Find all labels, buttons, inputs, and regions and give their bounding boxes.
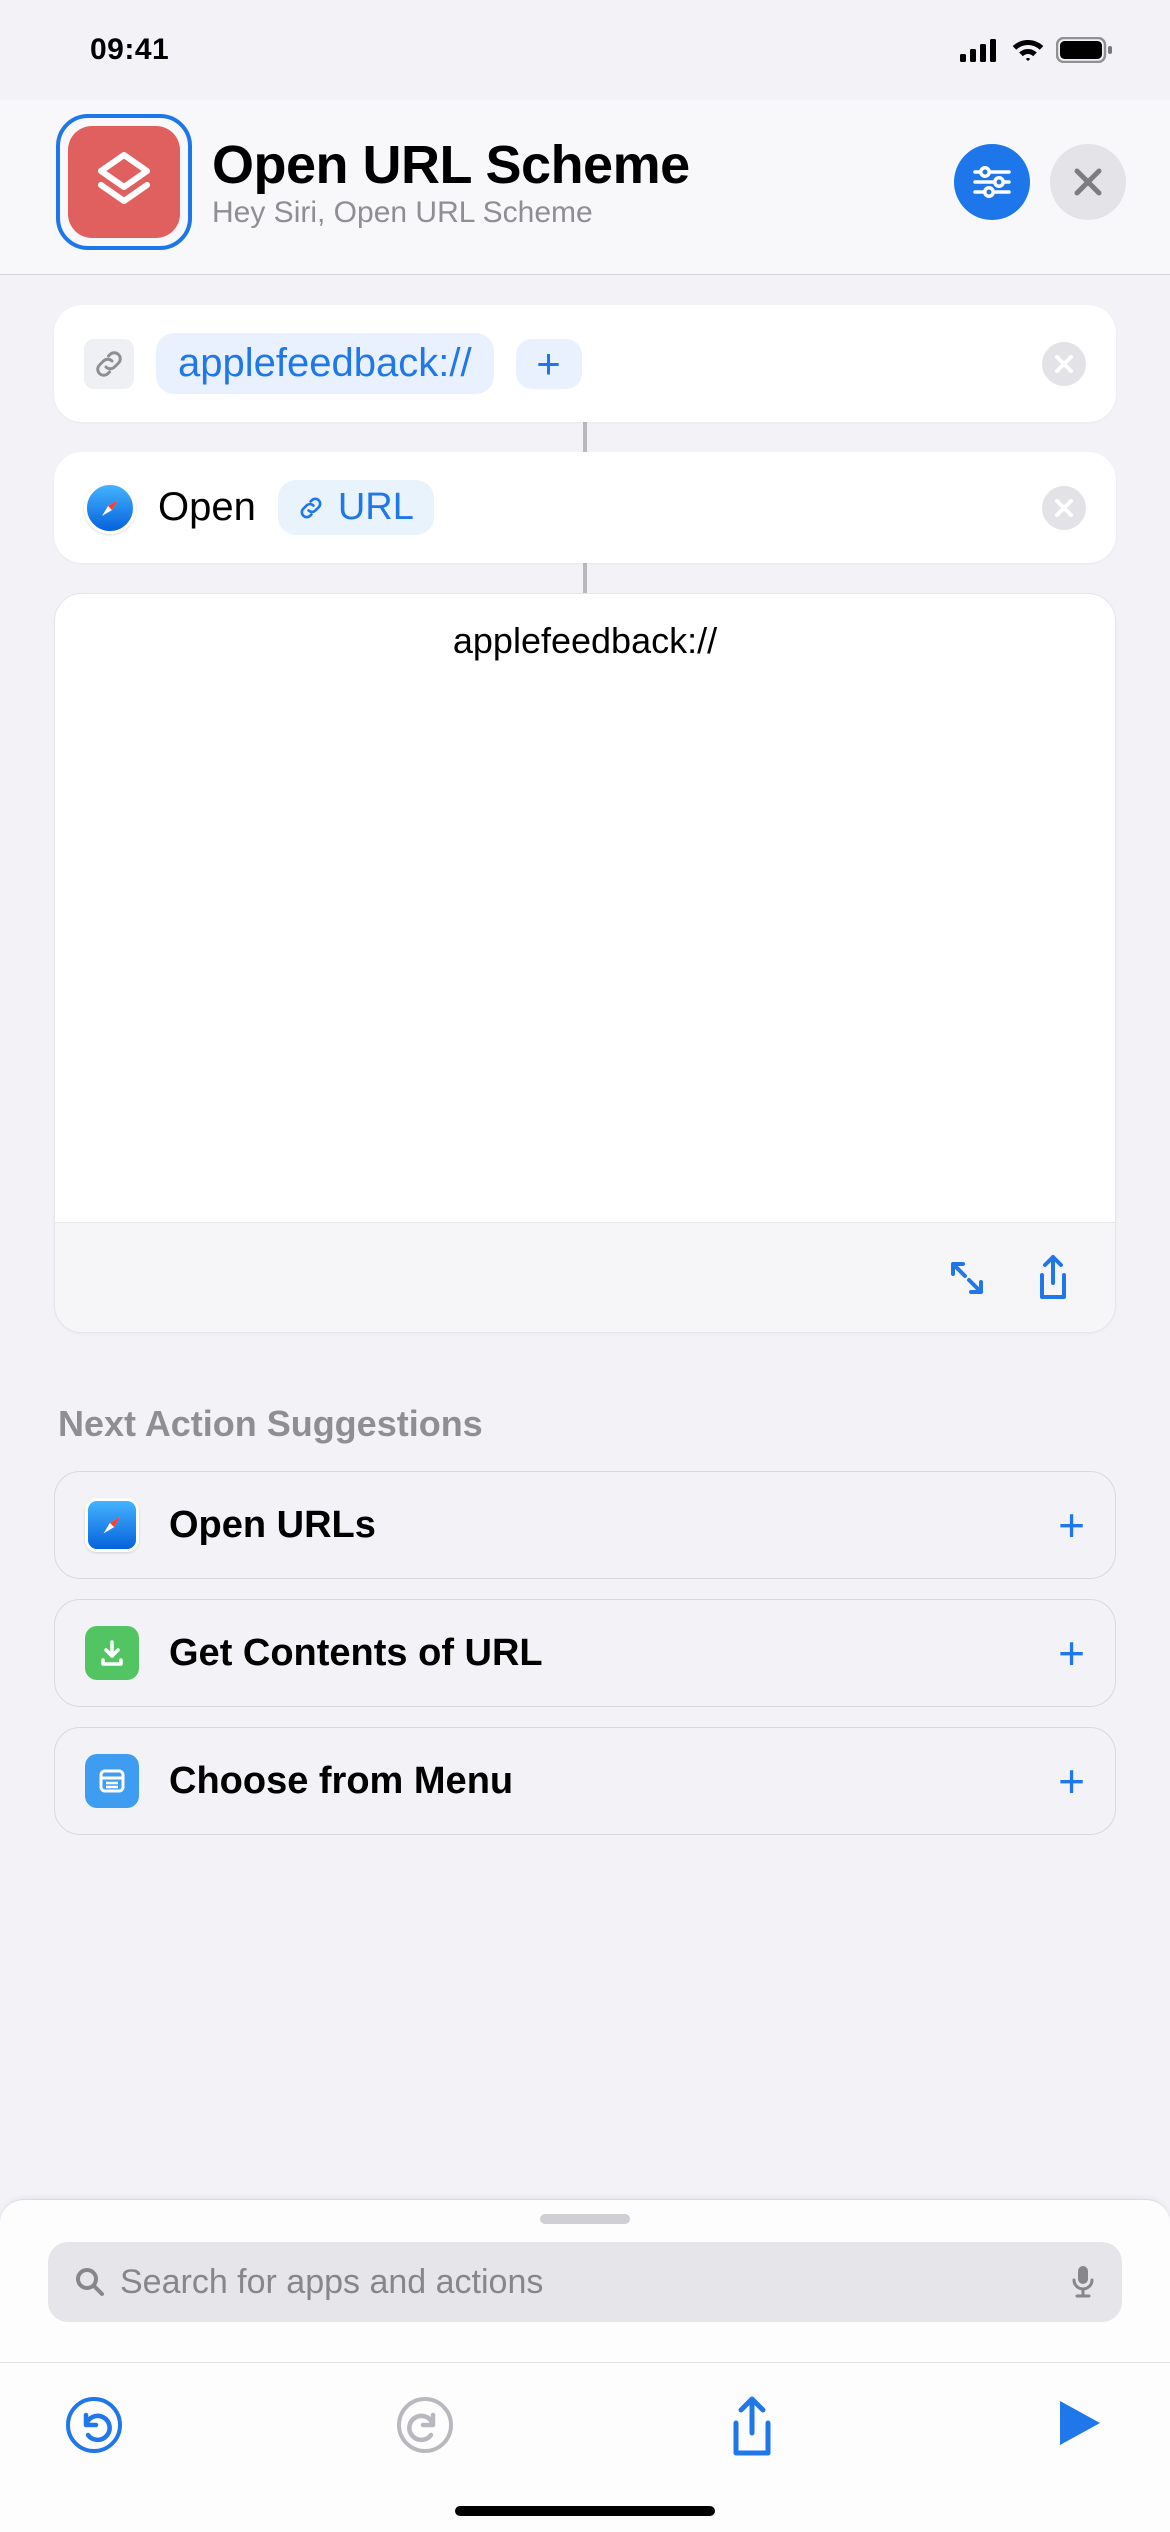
share-button[interactable] xyxy=(725,2395,779,2463)
url-variable-pill[interactable]: URL xyxy=(278,480,434,535)
link-icon xyxy=(298,495,324,521)
clear-icon xyxy=(1053,497,1075,519)
run-button[interactable] xyxy=(1050,2395,1106,2451)
shortcut-icon xyxy=(68,126,180,238)
connector-2 xyxy=(583,563,587,593)
add-suggestion-button[interactable]: + xyxy=(1058,1754,1085,1808)
undo-button[interactable] xyxy=(64,2395,124,2455)
delete-action-button-1[interactable] xyxy=(1042,342,1086,386)
download-icon-box xyxy=(85,1626,139,1680)
expand-icon[interactable] xyxy=(945,1256,989,1300)
url-variable-label: URL xyxy=(338,486,414,529)
search-sheet[interactable]: Search for apps and actions xyxy=(0,2199,1170,2362)
add-suggestion-button[interactable]: + xyxy=(1058,1498,1085,1552)
action-open-label: Open xyxy=(158,485,256,530)
share-icon[interactable] xyxy=(1033,1253,1073,1303)
link-icon-box xyxy=(84,339,134,389)
download-icon xyxy=(95,1636,129,1670)
preview-text: applefeedback:// xyxy=(55,620,1115,1222)
shortcuts-logo-icon xyxy=(89,147,159,217)
suggestion-get-contents[interactable]: Get Contents of URL + xyxy=(54,1599,1116,1707)
preview-card: applefeedback:// xyxy=(54,593,1116,1333)
content-area: applefeedback:// + Open URL applefeedbac… xyxy=(0,275,1170,1835)
delete-action-button-2[interactable] xyxy=(1042,486,1086,530)
suggestion-label: Choose from Menu xyxy=(169,1760,1028,1803)
page-title: Open URL Scheme xyxy=(212,134,934,196)
add-suggestion-button[interactable]: + xyxy=(1058,1626,1085,1680)
status-time: 09:41 xyxy=(90,33,169,67)
home-indicator[interactable] xyxy=(455,2506,715,2516)
title-block: Open URL Scheme Hey Siri, Open URL Schem… xyxy=(212,134,934,230)
suggestion-label: Open URLs xyxy=(169,1504,1028,1547)
safari-icon xyxy=(84,482,136,534)
clear-icon xyxy=(1053,353,1075,375)
close-icon xyxy=(1073,167,1103,197)
search-icon xyxy=(74,2266,106,2298)
sheet-grabber[interactable] xyxy=(540,2214,630,2224)
search-input[interactable]: Search for apps and actions xyxy=(48,2242,1122,2322)
battery-icon xyxy=(1056,37,1114,63)
compass-icon xyxy=(93,491,127,525)
suggestion-choose-menu[interactable]: Choose from Menu + xyxy=(54,1727,1116,1835)
link-icon xyxy=(93,348,125,380)
settings-button[interactable] xyxy=(954,144,1030,220)
redo-button[interactable] xyxy=(395,2395,455,2455)
status-right xyxy=(960,37,1114,63)
compass-icon xyxy=(94,1507,130,1543)
preview-toolbar xyxy=(55,1222,1115,1332)
microphone-icon[interactable] xyxy=(1070,2264,1096,2300)
status-bar: 09:41 xyxy=(0,0,1170,100)
cellular-icon xyxy=(960,38,1000,62)
search-placeholder: Search for apps and actions xyxy=(120,2263,1056,2302)
sliders-icon xyxy=(973,166,1011,198)
shortcut-icon-wrap[interactable] xyxy=(56,114,192,250)
action-url[interactable]: applefeedback:// + xyxy=(54,305,1116,422)
safari-icon xyxy=(85,1498,139,1552)
suggestion-open-urls[interactable]: Open URLs + xyxy=(54,1471,1116,1579)
close-button[interactable] xyxy=(1050,144,1126,220)
suggestion-label: Get Contents of URL xyxy=(169,1632,1028,1675)
add-url-button[interactable]: + xyxy=(516,339,582,389)
wifi-icon xyxy=(1010,37,1046,63)
action-open[interactable]: Open URL xyxy=(54,452,1116,563)
menu-icon xyxy=(95,1764,129,1798)
header: Open URL Scheme Hey Siri, Open URL Schem… xyxy=(0,100,1170,275)
menu-icon-box xyxy=(85,1754,139,1808)
url-value[interactable]: applefeedback:// xyxy=(156,333,494,394)
suggestions-header: Next Action Suggestions xyxy=(58,1403,1116,1445)
connector-1 xyxy=(583,422,587,452)
page-subtitle: Hey Siri, Open URL Scheme xyxy=(212,196,934,230)
